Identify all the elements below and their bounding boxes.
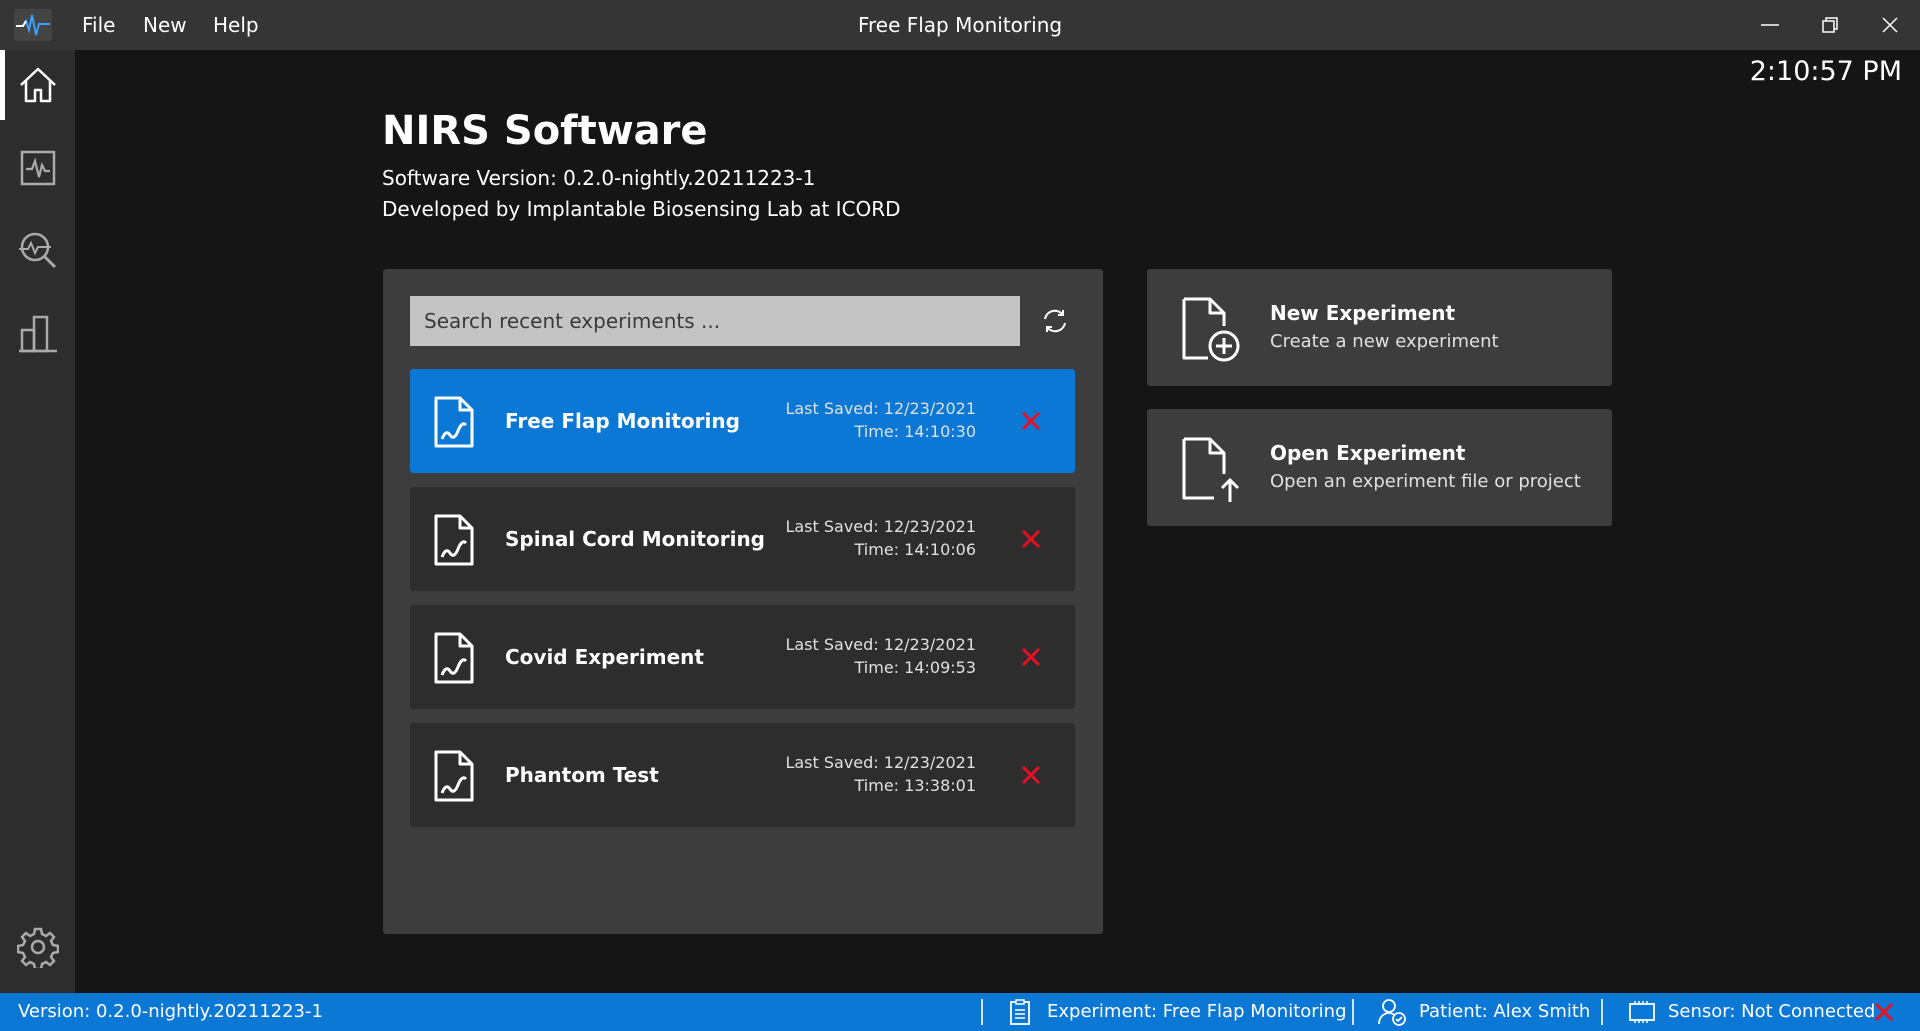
sidebar-item-analysis[interactable] xyxy=(0,210,75,290)
last-saved-date: Last Saved: 12/23/2021 xyxy=(785,399,976,418)
developer-credit: Developed by Implantable Biosensing Lab … xyxy=(382,197,901,221)
experiment-card-covid[interactable]: Covid Experiment Last Saved: 12/23/2021 … xyxy=(410,605,1075,709)
experiment-name: Phantom Test xyxy=(505,763,659,787)
new-file-icon xyxy=(1182,297,1240,362)
restore-icon xyxy=(1822,17,1838,33)
refresh-icon xyxy=(1044,309,1066,333)
title-bar: File New Help Free Flap Monitoring xyxy=(0,0,1920,50)
menu-new[interactable]: New xyxy=(143,0,187,50)
status-divider xyxy=(981,999,983,1025)
delete-x-icon[interactable] xyxy=(1018,526,1044,552)
clipboard-icon xyxy=(1010,999,1030,1025)
experiment-card-free-flap[interactable]: Free Flap Monitoring Last Saved: 12/23/2… xyxy=(410,369,1075,473)
delete-x-icon[interactable] xyxy=(1018,762,1044,788)
open-experiment-button[interactable]: Open Experiment Open an experiment file … xyxy=(1147,409,1612,526)
status-experiment: Experiment: Free Flap Monitoring xyxy=(1047,1001,1347,1022)
open-experiment-title: Open Experiment xyxy=(1270,441,1466,465)
last-saved-time: Time: 14:10:06 xyxy=(854,540,977,559)
settings-button[interactable] xyxy=(0,907,75,987)
experiment-card-spinal-cord[interactable]: Spinal Cord Monitoring Last Saved: 12/23… xyxy=(410,487,1075,591)
experiment-name: Free Flap Monitoring xyxy=(505,409,740,433)
last-saved-time: Time: 13:38:01 xyxy=(854,776,977,795)
sidebar-item-home[interactable] xyxy=(0,50,75,120)
menu-help[interactable]: Help xyxy=(213,0,259,50)
delete-x-icon[interactable] xyxy=(1018,644,1044,670)
gear-icon xyxy=(16,927,59,968)
sidebar xyxy=(0,50,75,993)
last-saved-date: Last Saved: 12/23/2021 xyxy=(785,635,976,654)
home-icon xyxy=(19,67,56,103)
experiment-card-phantom[interactable]: Phantom Test Last Saved: 12/23/2021 Time… xyxy=(410,723,1075,827)
page-title: NIRS Software xyxy=(382,108,708,154)
waveform-icon xyxy=(20,150,55,186)
last-saved-date: Last Saved: 12/23/2021 xyxy=(785,517,976,536)
minimize-button[interactable] xyxy=(1740,0,1800,50)
close-icon xyxy=(1882,17,1898,33)
status-divider xyxy=(1601,999,1603,1025)
clock: 2:10:57 PM xyxy=(1749,56,1902,87)
refresh-button[interactable] xyxy=(1034,300,1076,342)
restore-button[interactable] xyxy=(1800,0,1860,50)
minimize-icon xyxy=(1761,24,1779,26)
new-experiment-description: Create a new experiment xyxy=(1270,331,1499,352)
sidebar-item-monitor[interactable] xyxy=(0,128,75,208)
last-saved-time: Time: 14:09:53 xyxy=(854,658,977,677)
search-input[interactable] xyxy=(410,296,1020,346)
new-experiment-button[interactable]: New Experiment Create a new experiment xyxy=(1147,269,1612,386)
close-window-button[interactable] xyxy=(1860,0,1920,50)
sensor-chip-icon xyxy=(1629,1001,1655,1023)
magnify-chart-icon xyxy=(18,232,56,269)
status-divider xyxy=(1352,999,1354,1025)
experiment-file-icon xyxy=(434,632,474,684)
last-saved-time: Time: 14:10:30 xyxy=(854,422,977,441)
status-sensor: Sensor: Not Connected xyxy=(1668,1001,1876,1022)
experiment-file-icon xyxy=(434,514,474,566)
experiment-name: Covid Experiment xyxy=(505,645,704,669)
status-patient: Patient: Alex Smith xyxy=(1419,1001,1591,1022)
last-saved-date: Last Saved: 12/23/2021 xyxy=(785,753,976,772)
status-bar: Version: 0.2.0-nightly.20211223-1 Experi… xyxy=(0,993,1920,1031)
bar-chart-icon xyxy=(18,315,57,353)
window-title: Free Flap Monitoring xyxy=(857,13,1063,37)
new-experiment-title: New Experiment xyxy=(1270,301,1456,325)
experiment-name: Spinal Cord Monitoring xyxy=(505,527,765,551)
status-version: Version: 0.2.0-nightly.20211223-1 xyxy=(18,1001,323,1022)
patient-check-icon xyxy=(1378,999,1406,1026)
sidebar-item-reports[interactable] xyxy=(0,293,75,373)
open-file-icon xyxy=(1182,437,1240,502)
recent-experiments-panel: Free Flap Monitoring Last Saved: 12/23/2… xyxy=(383,269,1103,934)
experiment-file-icon xyxy=(434,396,474,448)
menu-file[interactable]: File xyxy=(82,0,115,50)
software-version: Software Version: 0.2.0-nightly.20211223… xyxy=(382,166,816,190)
delete-x-icon[interactable] xyxy=(1018,408,1044,434)
experiment-file-icon xyxy=(434,750,474,802)
app-logo-icon xyxy=(14,9,52,41)
open-experiment-description: Open an experiment file or project xyxy=(1270,471,1581,492)
sensor-disconnected-x-icon xyxy=(1874,1002,1894,1022)
